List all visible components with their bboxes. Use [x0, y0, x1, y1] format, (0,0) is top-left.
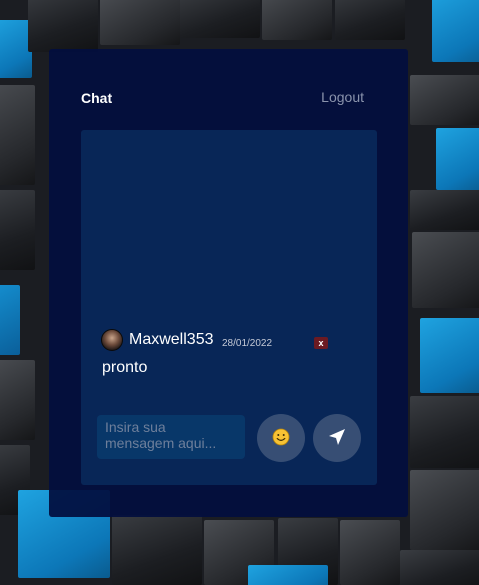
message-date: 28/01/2022 [222, 338, 273, 349]
delete-message-button[interactable]: x [314, 337, 328, 349]
message-username: Maxwell353 [129, 331, 214, 348]
message-text: pronto [102, 359, 148, 376]
send-button[interactable] [313, 414, 361, 462]
avatar [101, 329, 123, 351]
smiley-face-icon [272, 428, 290, 449]
chat-panel: Chat Logout Maxwell353 28/01/2022 x pron… [49, 49, 408, 517]
emoji-button[interactable] [257, 414, 305, 462]
page-title: Chat [81, 90, 113, 106]
message-input[interactable] [97, 415, 245, 459]
chat-messages-area: Maxwell353 28/01/2022 x pronto [81, 130, 377, 485]
send-arrow-icon [327, 427, 347, 450]
logout-link[interactable]: Logout [321, 89, 364, 105]
